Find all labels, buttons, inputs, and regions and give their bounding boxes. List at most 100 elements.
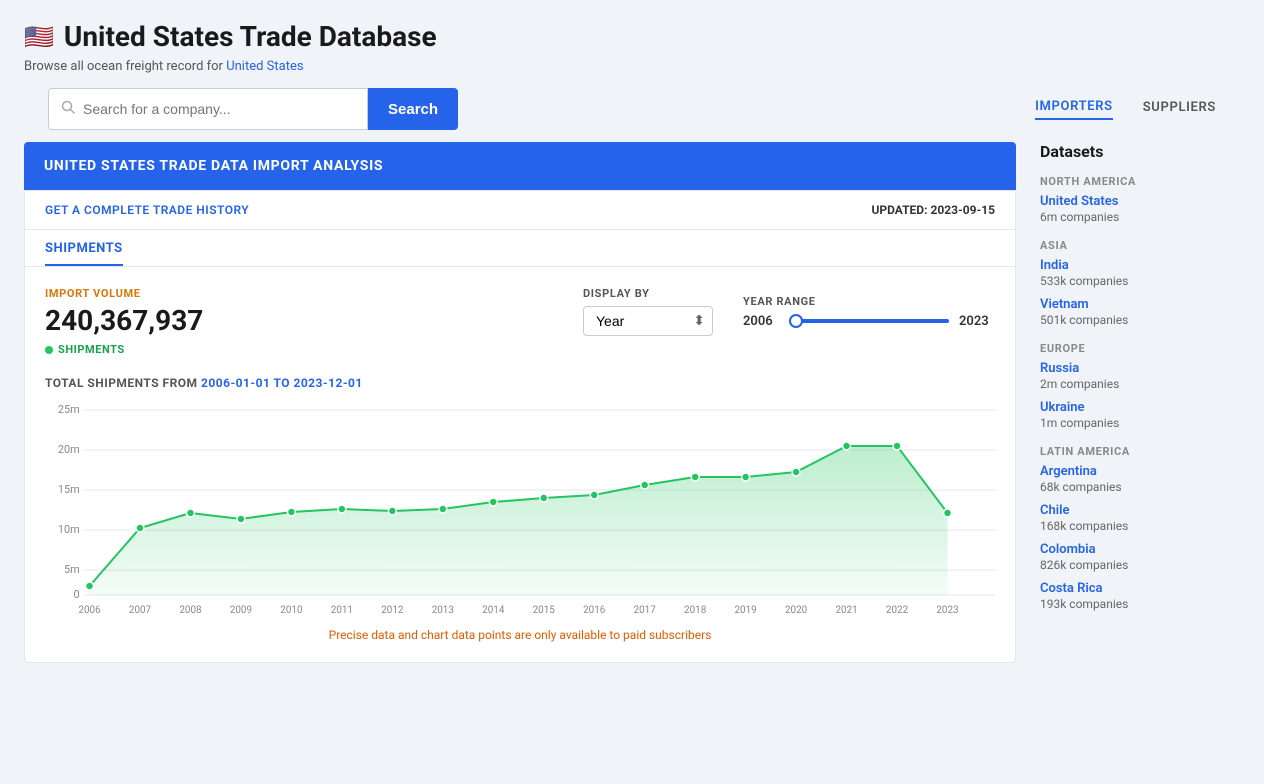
dataset-item-chile: Chile 168k companies: [1040, 503, 1240, 534]
svg-text:2014: 2014: [482, 605, 505, 616]
region-label-north-america: NORTH AMERICA: [1040, 175, 1240, 188]
green-dot-icon: [45, 346, 53, 354]
svg-text:2010: 2010: [280, 605, 303, 616]
dataset-count-costa-rica: 193k companies: [1040, 597, 1128, 611]
year-range-label: YEAR RANGE: [743, 295, 995, 308]
dataset-count-india: 533k companies: [1040, 274, 1128, 288]
dataset-item-costa-rica: Costa Rica 193k companies: [1040, 581, 1240, 612]
subtitle: Browse all ocean freight record for Unit…: [24, 59, 1240, 74]
dataset-count-vietnam: 501k companies: [1040, 313, 1128, 327]
dataset-link-russia[interactable]: Russia: [1040, 361, 1240, 376]
svg-text:10m: 10m: [58, 523, 80, 536]
display-by-control: DISPLAY BY Year Month Quarter ⬍: [583, 287, 713, 336]
svg-text:2006: 2006: [78, 605, 101, 616]
svg-text:20m: 20m: [58, 443, 80, 456]
svg-text:2008: 2008: [179, 605, 202, 616]
svg-text:2019: 2019: [735, 605, 757, 616]
svg-text:2017: 2017: [634, 605, 657, 616]
svg-text:2023: 2023: [936, 605, 958, 616]
year-end-value: 2023: [959, 314, 995, 329]
chart-title-link[interactable]: 2006-01-01 TO 2023-12-01: [201, 376, 363, 390]
region-label-latin-america: LATIN AMERICA: [1040, 445, 1240, 458]
dataset-item-india: India 533k companies: [1040, 258, 1240, 289]
subtitle-link[interactable]: United States: [226, 59, 303, 74]
updated-value: 2023-09-15: [930, 203, 995, 217]
chart-container: 25m 20m 15m 10m 5m 0: [45, 400, 995, 620]
page-wrapper: 🇺🇸 United States Trade Database Browse a…: [0, 0, 1264, 784]
updated-text: UPDATED: 2023-09-15: [871, 203, 995, 217]
flag-icon: 🇺🇸: [24, 23, 54, 51]
analysis-banner: UNITED STATES TRADE DATA IMPORT ANALYSIS: [24, 142, 1016, 190]
subtitle-text: Browse all ocean freight record for: [24, 59, 226, 74]
dataset-item-united-states: United States 6m companies: [1040, 194, 1240, 225]
banner-title: UNITED STATES TRADE DATA IMPORT ANALYSIS: [44, 158, 383, 174]
title-row: 🇺🇸 United States Trade Database: [24, 20, 1240, 53]
dataset-link-argentina[interactable]: Argentina: [1040, 464, 1240, 479]
dataset-link-chile[interactable]: Chile: [1040, 503, 1240, 518]
main-content: UNITED STATES TRADE DATA IMPORT ANALYSIS…: [0, 142, 1264, 784]
datasets-panel: Datasets NORTH AMERICA United States 6m …: [1040, 142, 1240, 760]
search-icon: [61, 100, 75, 118]
display-by-select[interactable]: Year Month Quarter: [583, 306, 713, 336]
svg-text:0: 0: [74, 588, 80, 601]
svg-text:2022: 2022: [886, 605, 909, 616]
svg-text:15m: 15m: [58, 483, 80, 496]
nav-tabs: IMPORTERS SUPPLIERS: [1035, 99, 1216, 120]
dataset-link-colombia[interactable]: Colombia: [1040, 542, 1240, 557]
chart-svg: 25m 20m 15m 10m 5m 0: [45, 400, 995, 620]
display-by-select-wrap: Year Month Quarter ⬍: [583, 306, 713, 336]
dataset-item-colombia: Colombia 826k companies: [1040, 542, 1240, 573]
page-title: United States Trade Database: [64, 20, 437, 53]
controls-section: DISPLAY BY Year Month Quarter ⬍: [583, 287, 995, 336]
dataset-count-russia: 2m companies: [1040, 377, 1119, 391]
datasets-title: Datasets: [1040, 142, 1240, 161]
range-controls: 2006 2023: [743, 314, 995, 329]
dataset-item-ukraine: Ukraine 1m companies: [1040, 400, 1240, 431]
svg-text:2016: 2016: [583, 605, 606, 616]
dataset-count-argentina: 68k companies: [1040, 480, 1122, 494]
dataset-count-ukraine: 1m companies: [1040, 416, 1119, 430]
svg-text:2013: 2013: [432, 605, 454, 616]
svg-text:2020: 2020: [785, 605, 808, 616]
tab-suppliers[interactable]: SUPPLIERS: [1143, 100, 1216, 119]
dataset-count-chile: 168k companies: [1040, 519, 1128, 533]
dataset-count-united-states: 6m companies: [1040, 210, 1119, 224]
region-label-europe: EUROPE: [1040, 342, 1240, 355]
svg-text:2011: 2011: [331, 605, 353, 616]
import-volume-section: IMPORT VOLUME 240,367,937 SHIPMENTS: [45, 287, 245, 356]
search-input-wrap: [48, 88, 368, 130]
updated-label: UPDATED:: [871, 203, 927, 217]
import-label: IMPORT VOLUME: [45, 287, 245, 300]
header: 🇺🇸 United States Trade Database Browse a…: [0, 0, 1264, 142]
chart-footer-note: Precise data and chart data points are o…: [45, 628, 995, 642]
svg-text:2009: 2009: [230, 605, 252, 616]
svg-text:2015: 2015: [533, 605, 556, 616]
shipments-badge: SHIPMENTS: [45, 343, 245, 356]
dataset-link-ukraine[interactable]: Ukraine: [1040, 400, 1240, 415]
import-value: 240,367,937: [45, 304, 245, 337]
dataset-link-vietnam[interactable]: Vietnam: [1040, 297, 1240, 312]
svg-text:2018: 2018: [684, 605, 707, 616]
year-range-section: YEAR RANGE 2006 2023: [743, 295, 995, 329]
dataset-link-india[interactable]: India: [1040, 258, 1240, 273]
dataset-link-costa-rica[interactable]: Costa Rica: [1040, 581, 1240, 596]
tab-shipments[interactable]: SHIPMENTS: [45, 241, 123, 266]
year-range-slider[interactable]: [789, 319, 949, 323]
svg-text:2007: 2007: [129, 605, 152, 616]
svg-text:5m: 5m: [64, 563, 80, 576]
dataset-link-united-states[interactable]: United States: [1040, 194, 1240, 209]
tabs-bar: SHIPMENTS: [25, 230, 1015, 267]
get-history-link[interactable]: GET A COMPLETE TRADE HISTORY: [45, 203, 249, 217]
search-button[interactable]: Search: [368, 88, 458, 130]
svg-text:25m: 25m: [58, 403, 80, 416]
year-start-value: 2006: [743, 314, 779, 329]
search-input[interactable]: [83, 101, 355, 117]
dataset-item-vietnam: Vietnam 501k companies: [1040, 297, 1240, 328]
tab-importers[interactable]: IMPORTERS: [1035, 99, 1113, 120]
chart-section: TOTAL SHIPMENTS FROM 2006-01-01 TO 2023-…: [25, 366, 1015, 662]
metrics-row: IMPORT VOLUME 240,367,937 SHIPMENTS DISP…: [25, 267, 1015, 366]
analysis-card: GET A COMPLETE TRADE HISTORY UPDATED: 20…: [24, 190, 1016, 663]
shipments-badge-label: SHIPMENTS: [58, 343, 125, 356]
card-info-bar: GET A COMPLETE TRADE HISTORY UPDATED: 20…: [25, 191, 1015, 230]
dataset-count-colombia: 826k companies: [1040, 558, 1128, 572]
